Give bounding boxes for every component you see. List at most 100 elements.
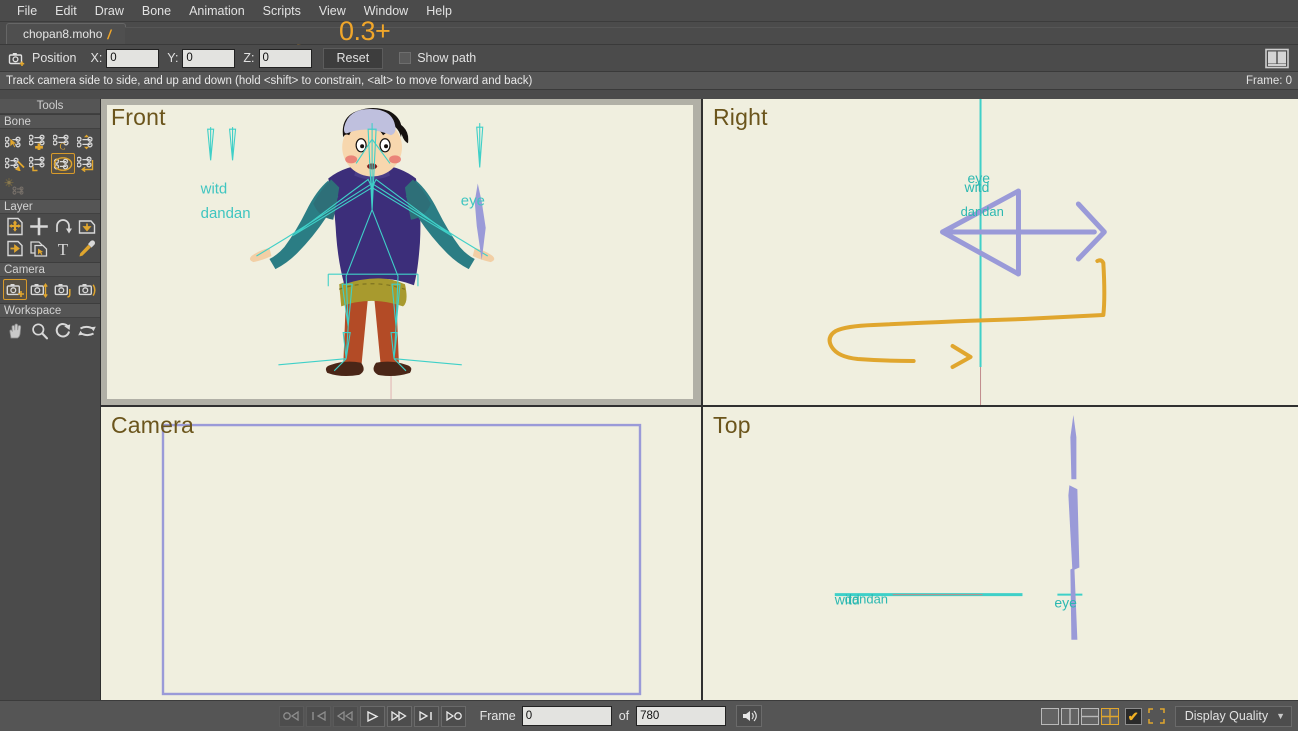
track-camera-icon[interactable] xyxy=(3,279,27,300)
pan-tilt-camera-icon[interactable] xyxy=(75,279,99,300)
layout-two-rows-button[interactable] xyxy=(1080,707,1099,725)
viewport-camera-title: Camera xyxy=(111,412,195,438)
scale-layer-icon[interactable] xyxy=(27,216,51,237)
position-label: Position xyxy=(32,51,77,65)
enable-overlay-checkbox[interactable]: ✔ xyxy=(1124,707,1142,725)
front-view-artwork: witd dandan eye xyxy=(200,108,495,399)
show-path-checkbox-box[interactable] xyxy=(399,52,412,64)
flip-layer-icon[interactable] xyxy=(3,238,27,259)
display-quality-dropdown[interactable]: Display Quality ▼ xyxy=(1174,705,1293,727)
viewport-right[interactable]: eye witd dandan Right xyxy=(703,99,1298,405)
frame-label: Frame xyxy=(479,709,516,723)
previous-keyframe-button[interactable] xyxy=(305,705,331,727)
set-origin-icon[interactable] xyxy=(27,238,51,259)
go-to-end-button[interactable] xyxy=(440,705,466,727)
menu-item-file[interactable]: File xyxy=(8,2,46,20)
shear-layer-icon[interactable] xyxy=(75,216,99,237)
main-area: Tools Bone C Layer T Camera Workspace wi… xyxy=(0,99,1298,700)
translate-layer-icon[interactable] xyxy=(3,216,27,237)
viewport-grid: witd dandan eye Front eye witd dandan Ri… xyxy=(101,99,1298,700)
select-bone-icon[interactable] xyxy=(3,131,27,152)
layer-tools-grid: T xyxy=(0,214,100,262)
menu-item-view[interactable]: View xyxy=(310,2,355,20)
tools-panel-header: Tools xyxy=(0,99,100,114)
viewport-front-canvas[interactable]: witd dandan eye xyxy=(107,105,693,399)
top-view-artwork: witd dandan eye xyxy=(834,415,1083,640)
reparent-bone-icon[interactable]: C xyxy=(51,131,75,152)
rewind-to-start-button[interactable] xyxy=(278,705,304,727)
total-frames-input[interactable] xyxy=(636,706,727,726)
layout-two-columns-button[interactable] xyxy=(1060,707,1079,725)
position-z-input[interactable] xyxy=(258,48,312,68)
viewport-right-title: Right xyxy=(713,104,768,130)
book-icon[interactable] xyxy=(1264,48,1290,72)
bind-layer-icon[interactable] xyxy=(75,153,99,174)
menu-item-window[interactable]: Window xyxy=(355,2,417,20)
menu-item-animation[interactable]: Animation xyxy=(180,2,254,20)
position-y-input[interactable] xyxy=(182,48,236,68)
right-bone-label-witd: witd xyxy=(964,179,990,195)
position-x-input[interactable] xyxy=(106,48,160,68)
menu-item-draw[interactable]: Draw xyxy=(86,2,133,20)
viewport-camera[interactable]: Camera xyxy=(101,407,701,700)
right-bone-label-dandan: dandan xyxy=(961,204,1004,219)
viewport-front[interactable]: witd dandan eye Front xyxy=(101,99,701,405)
tools-section-workspace: Workspace xyxy=(0,303,100,318)
current-frame-input[interactable] xyxy=(521,706,612,726)
frame-indicator: Frame: 0 xyxy=(1245,74,1292,87)
show-path-checkbox[interactable]: Show path xyxy=(399,51,476,65)
hint-text: Track camera side to side, and up and do… xyxy=(6,74,533,87)
right-view-artwork: eye witd dandan xyxy=(827,99,1107,405)
add-bone-icon[interactable] xyxy=(27,131,51,152)
z-label: Z: xyxy=(243,51,255,65)
text-tool-icon[interactable]: T xyxy=(51,238,75,259)
bind-points-icon[interactable] xyxy=(3,175,27,196)
rotate-workspace-icon[interactable] xyxy=(51,320,75,341)
menu-item-help[interactable]: Help xyxy=(417,2,461,20)
tools-section-camera: Camera xyxy=(0,262,100,277)
transport-controls xyxy=(278,705,466,727)
display-quality-label: Display Quality xyxy=(1184,709,1269,723)
layout-single-view-button[interactable] xyxy=(1040,707,1059,725)
bone-strength-icon[interactable] xyxy=(75,131,99,152)
viewport-top[interactable]: witd dandan eye Top xyxy=(703,407,1298,700)
step-back-button[interactable] xyxy=(332,705,358,727)
top-bone-label-eye: eye xyxy=(1054,595,1077,611)
bone-label-eye: eye xyxy=(461,193,485,210)
bone-tools-grid: C xyxy=(0,129,100,199)
orbit-workspace-icon[interactable] xyxy=(75,320,99,341)
svg-text:C: C xyxy=(60,141,66,150)
rotate-layer-z-icon[interactable] xyxy=(51,216,75,237)
x-label: X: xyxy=(90,51,103,65)
roll-camera-icon[interactable] xyxy=(51,279,75,300)
tools-panel: Tools Bone C Layer T Camera Workspace xyxy=(0,99,101,700)
camera-view-frame xyxy=(161,423,642,696)
status-hint-bar: Track camera side to side, and up and do… xyxy=(0,72,1298,90)
reset-button[interactable]: Reset xyxy=(322,47,384,69)
speaker-icon[interactable] xyxy=(736,705,763,727)
viewport-top-title: Top xyxy=(713,412,751,438)
fast-forward-button[interactable] xyxy=(386,705,412,727)
play-button[interactable] xyxy=(359,705,385,727)
document-tab-bar: chopan8.moho / 0.3+ xyxy=(0,16,1298,68)
tools-section-bone: Bone xyxy=(0,114,100,129)
zoom-workspace-icon[interactable] xyxy=(27,320,51,341)
manipulate-bones-icon[interactable] xyxy=(3,153,27,174)
timeline-bar: Frame of ✔ Display Quality ▼ xyxy=(0,700,1298,731)
transform-bone-icon[interactable] xyxy=(51,153,75,174)
camera-tools-grid xyxy=(0,277,100,303)
document-tab-chopan8[interactable]: chopan8.moho / xyxy=(6,23,127,44)
crop-marks-icon[interactable] xyxy=(1147,707,1167,725)
pan-workspace-icon[interactable] xyxy=(3,320,27,341)
menu-item-bone[interactable]: Bone xyxy=(133,2,180,20)
menu-item-scripts[interactable]: Scripts xyxy=(254,2,310,20)
menu-item-edit[interactable]: Edit xyxy=(46,2,86,20)
menu-bar: File Edit Draw Bone Animation Scripts Vi… xyxy=(0,0,1298,22)
next-keyframe-button[interactable] xyxy=(413,705,439,727)
bone-label-witd: witd xyxy=(200,181,228,198)
eyedropper-icon[interactable] xyxy=(75,238,99,259)
layout-quad-view-button[interactable] xyxy=(1100,707,1119,725)
zoom-camera-icon[interactable] xyxy=(27,279,51,300)
tool-options-bar: Position X: Y: Z: Reset Show path xyxy=(0,45,1298,72)
offset-bone-icon[interactable] xyxy=(27,153,51,174)
